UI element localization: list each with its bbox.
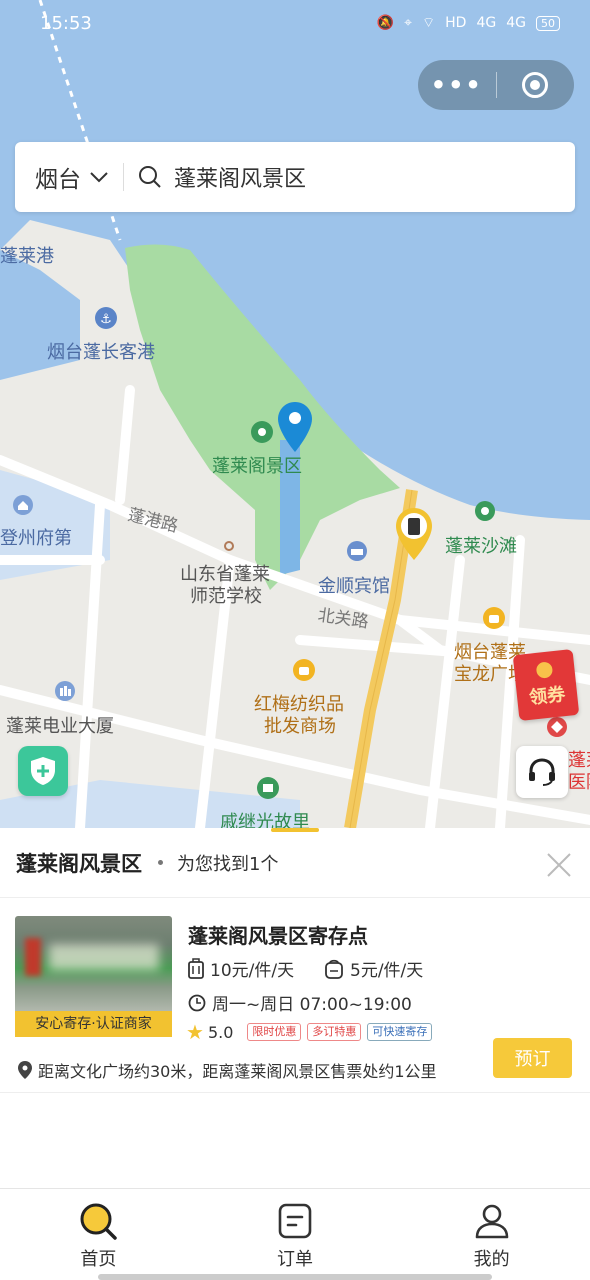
rating-value: 5.0 bbox=[207, 1022, 234, 1042]
signal-icon-2: 4G bbox=[506, 15, 526, 31]
coupon-label: 领券 bbox=[528, 684, 567, 709]
more-menu-button[interactable]: ••• bbox=[418, 71, 496, 99]
heritage-poi-icon bbox=[256, 776, 280, 804]
miniprogram-capsule: ••• bbox=[418, 60, 574, 110]
price-luggage: 10元/件/天 bbox=[188, 956, 294, 981]
hospital-poi-icon bbox=[546, 716, 568, 742]
chevron-down-icon bbox=[90, 172, 108, 183]
status-icons: 🔕 ⌖ ⌔ HD 4G 4G 50 bbox=[377, 14, 560, 32]
map-label-beach: 蓬莱沙滩 bbox=[445, 536, 517, 557]
clock-icon bbox=[188, 994, 206, 1011]
search-input[interactable] bbox=[174, 164, 534, 190]
coupon-button[interactable]: 领券 bbox=[512, 649, 580, 721]
location-pin-small-icon bbox=[18, 1061, 32, 1079]
store-name: 蓬莱阁风景区寄存点 bbox=[188, 924, 368, 948]
map-label-hongmei-2: 批发商场 bbox=[264, 716, 336, 737]
verified-badge: 安心寄存·认证商家 bbox=[15, 1011, 172, 1037]
card-divider bbox=[0, 1092, 590, 1093]
price-bag-text: 5元/件/天 bbox=[350, 961, 424, 981]
gesture-bar bbox=[98, 1274, 492, 1280]
suitcase-icon bbox=[188, 957, 204, 979]
panel-title: 蓬莱阁风景区 bbox=[16, 851, 142, 876]
hd-badge: HD bbox=[445, 15, 467, 31]
luggage-pin-icon[interactable] bbox=[396, 508, 432, 564]
building-poi-icon bbox=[54, 680, 76, 706]
home-poi-icon bbox=[12, 494, 34, 520]
mute-icon: 🔕 bbox=[376, 15, 395, 31]
rating-row: ★ 5.0 限时优惠 多订特惠 可快速寄存 bbox=[186, 1020, 433, 1044]
anchor-icon: ⚓ bbox=[94, 306, 118, 334]
bottom-tab-bar: 首页 订单 我的 bbox=[0, 1188, 590, 1280]
map-label-power-tower: 蓬莱电业大厦 bbox=[6, 716, 114, 737]
poi-dot-icon bbox=[223, 537, 235, 556]
target-icon bbox=[522, 72, 549, 98]
search-icon bbox=[138, 165, 162, 189]
backpack-icon bbox=[325, 959, 343, 979]
drag-handle[interactable] bbox=[271, 828, 319, 832]
price-luggage-text: 10元/件/天 bbox=[210, 961, 295, 981]
wifi-icon: ⌔ bbox=[421, 15, 436, 31]
clock: 15:53 bbox=[40, 12, 92, 34]
tab-home-label: 首页 bbox=[80, 1249, 117, 1270]
tag-limited-offer: 限时优惠 bbox=[247, 1023, 302, 1041]
tab-home[interactable]: 首页 bbox=[0, 1189, 197, 1280]
map-view[interactable]: 15:53 🔕 ⌖ ⌔ HD 4G 4G 50 ••• 烟台 蓬莱港 bbox=[0, 0, 590, 828]
coin-icon bbox=[535, 661, 554, 679]
tag-multi-order: 多订特惠 bbox=[307, 1023, 362, 1041]
map-label-hospital-2: 医院 bbox=[568, 772, 590, 793]
shield-icon bbox=[31, 757, 55, 785]
city-selector[interactable]: 烟台 bbox=[15, 142, 109, 212]
profile-icon bbox=[475, 1204, 508, 1239]
status-bar: 15:53 🔕 ⌖ ⌔ HD 4G 4G 50 bbox=[0, 0, 590, 46]
store-photo bbox=[15, 916, 172, 1011]
map-label-jinshun-hotel: 金顺宾馆 bbox=[318, 576, 390, 597]
customer-service-button[interactable] bbox=[516, 746, 568, 798]
star-icon: ★ bbox=[186, 1020, 204, 1044]
shop-poi-icon bbox=[292, 658, 316, 686]
book-button[interactable]: 预订 bbox=[493, 1038, 572, 1078]
city-label: 烟台 bbox=[35, 167, 81, 193]
camera-poi-icon bbox=[250, 420, 274, 448]
tab-profile[interactable]: 我的 bbox=[393, 1189, 590, 1280]
mall-poi-icon bbox=[482, 606, 506, 634]
beach-poi-icon bbox=[474, 500, 496, 526]
hotel-poi-icon bbox=[346, 540, 368, 566]
safety-button[interactable] bbox=[18, 746, 68, 796]
storage-point-card[interactable]: 安心寄存·认证商家 蓬莱阁风景区寄存点 10元/件/天 5元/件/天 周一~周日… bbox=[0, 912, 590, 1092]
map-label-qijiguang: 戚继光故里 bbox=[220, 812, 310, 828]
close-icon[interactable] bbox=[546, 852, 572, 878]
search-bar: 烟台 bbox=[15, 142, 575, 212]
opening-hours-text: 周一~周日 07:00~19:00 bbox=[212, 995, 412, 1015]
map-label-passenger-port: 烟台蓬长客港 bbox=[47, 342, 155, 363]
location-pin-icon[interactable] bbox=[278, 402, 312, 456]
separator-dot bbox=[158, 860, 163, 865]
panel-header: 蓬莱阁风景区 为您找到1个 bbox=[0, 828, 590, 898]
result-panel: 蓬莱阁风景区 为您找到1个 安心寄存·认证商家 蓬莱阁风景区寄存点 10元/件/… bbox=[0, 828, 590, 1188]
price-bag: 5元/件/天 bbox=[324, 956, 423, 981]
search-divider bbox=[123, 163, 124, 191]
svg-text:⚓: ⚓ bbox=[100, 312, 112, 327]
location-icon: ⌖ bbox=[404, 15, 412, 31]
headset-icon bbox=[529, 758, 555, 786]
tag-quick-storage: 可快速寄存 bbox=[367, 1023, 433, 1041]
tab-profile-label: 我的 bbox=[473, 1249, 510, 1270]
signal-icon: 4G bbox=[476, 15, 497, 31]
tab-orders[interactable]: 订单 bbox=[197, 1189, 394, 1280]
opening-hours: 周一~周日 07:00~19:00 bbox=[188, 990, 412, 1015]
home-search-icon bbox=[80, 1203, 118, 1240]
map-label-normal-school-2: 师范学校 bbox=[190, 586, 262, 607]
address-row: 距离文化广场约30米，距离蓬莱阁风景区售票处约1公里 bbox=[18, 1058, 437, 1082]
tab-orders-label: 订单 bbox=[277, 1249, 313, 1270]
result-count: 为您找到1个 bbox=[177, 853, 279, 875]
map-label-prefecture-house: 登州府第 bbox=[0, 528, 72, 549]
order-icon bbox=[278, 1203, 312, 1239]
close-miniprogram-button[interactable] bbox=[497, 72, 575, 98]
map-label-penglai-port: 蓬莱港 bbox=[0, 246, 54, 267]
address-text: 距离文化广场约30米，距离蓬莱阁风景区售票处约1公里 bbox=[38, 1062, 437, 1081]
battery-icon: 50 bbox=[536, 15, 560, 31]
